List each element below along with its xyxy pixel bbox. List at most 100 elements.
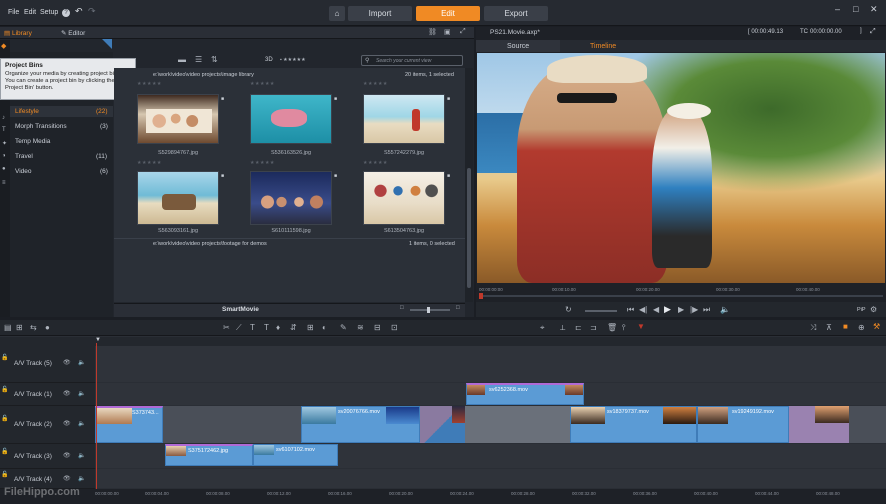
scrollbar-thumb[interactable]: [467, 168, 471, 288]
track-row[interactable]: [95, 469, 886, 489]
audio-icon[interactable]: ⇵: [290, 323, 297, 332]
import-button[interactable]: Import: [348, 6, 412, 21]
settings-icon[interactable]: ⚙: [870, 305, 877, 314]
ripple-icon[interactable]: ≋: [357, 323, 364, 332]
expand-icon[interactable]: ⤢: [460, 28, 466, 36]
marker-in-icon[interactable]: ⌖: [540, 323, 545, 333]
music-icon[interactable]: ♪: [2, 115, 5, 121]
zoom-out-icon[interactable]: □: [400, 305, 404, 311]
eye-icon[interactable]: 👁: [63, 452, 71, 459]
title-icon[interactable]: T: [250, 323, 255, 332]
bin-lifestyle[interactable]: Lifestyle: [15, 108, 39, 115]
effects-icon[interactable]: ✦: [2, 140, 7, 147]
timeline-clip[interactable]: S373743...: [95, 406, 163, 443]
bin-morph-transitions[interactable]: Morph Transitions: [15, 123, 67, 130]
bracket-icon[interactable]: ]: [860, 28, 862, 34]
track-row[interactable]: [95, 346, 886, 383]
bin-tool-icon[interactable]: ◆: [1, 42, 6, 50]
text-overlay-icon[interactable]: T: [264, 323, 269, 332]
menu-setup[interactable]: Setup: [40, 9, 58, 16]
rating-filter-icon[interactable]: ▪ ★★★★★: [280, 57, 306, 63]
split-clip-icon[interactable]: ⫯: [622, 323, 625, 333]
lock-icon[interactable]: 🔓: [1, 471, 8, 478]
media-thumbnail[interactable]: [363, 94, 445, 144]
zoom-fit-icon[interactable]: ⊕: [858, 323, 865, 332]
timeline-clip[interactable]: sv18379737.mov: [570, 406, 697, 443]
speaker-icon[interactable]: 🔈: [78, 359, 85, 366]
speaker-icon[interactable]: 🔈: [78, 390, 85, 397]
lock-icon[interactable]: 🔓: [1, 448, 8, 455]
mic-icon[interactable]: ♦: [276, 323, 280, 332]
fullscreen-icon[interactable]: ⤢: [870, 28, 876, 36]
search-input[interactable]: ⚲ Search your current view: [361, 55, 463, 66]
media-thumbnail[interactable]: [250, 171, 332, 225]
undo-icon[interactable]: ↶: [75, 6, 83, 17]
snap-toggle-icon[interactable]: ■: [843, 322, 848, 331]
grid-icon[interactable]: ⊞: [16, 323, 23, 332]
lock-icon[interactable]: 🔓: [1, 386, 8, 393]
rewind-icon[interactable]: ◀: [653, 305, 659, 314]
playhead-line[interactable]: [96, 343, 97, 490]
eye-icon[interactable]: 👁: [63, 420, 71, 427]
forward-icon[interactable]: ▶: [678, 305, 684, 314]
marker-icon[interactable]: ●: [45, 323, 50, 332]
menu-help[interactable]: ?: [62, 9, 70, 17]
tab-timeline[interactable]: Timeline: [590, 43, 616, 50]
zoom-slider[interactable]: [410, 307, 450, 313]
transition-block[interactable]: [789, 406, 849, 443]
lock-icon[interactable]: 🔓: [1, 354, 8, 361]
bin-travel[interactable]: Travel: [15, 153, 33, 160]
track-settings-icon[interactable]: ▤: [4, 323, 12, 332]
step-forward-icon[interactable]: |▶: [690, 305, 698, 314]
mic-icon[interactable]: ●: [2, 166, 6, 172]
timeline-clip[interactable]: S375172462.jpg: [165, 444, 253, 466]
pip-button[interactable]: PiP: [857, 307, 866, 313]
color-icon[interactable]: ◐: [322, 323, 327, 332]
bin-temp-media[interactable]: Temp Media: [15, 138, 50, 145]
grid-scrollbar[interactable]: [465, 68, 473, 302]
delete-icon[interactable]: 🗑: [607, 323, 617, 332]
media-thumbnail[interactable]: [137, 94, 219, 144]
scrubber-handle[interactable]: [479, 293, 483, 299]
eye-icon[interactable]: 👁: [63, 359, 71, 366]
eye-icon[interactable]: 👁: [63, 475, 71, 482]
maximize-icon[interactable]: □: [853, 4, 858, 14]
zoom-in-icon[interactable]: □: [456, 305, 460, 311]
play-icon[interactable]: ▶: [664, 304, 671, 315]
library-tab[interactable]: ▤ Library: [4, 29, 32, 37]
step-back-icon[interactable]: ◀|: [639, 305, 647, 314]
media-thumbnail[interactable]: [250, 94, 332, 144]
snap-icon[interactable]: ⇆: [30, 323, 37, 332]
timeline-ruler[interactable]: [0, 489, 886, 504]
editor-tab[interactable]: ✎ Editor: [61, 29, 85, 37]
list-view-icon[interactable]: ☰: [195, 55, 202, 64]
timeline-clip[interactable]: sv6107102.mov: [253, 444, 338, 466]
tab-source[interactable]: Source: [507, 43, 529, 50]
overwrite-icon[interactable]: ⊐: [590, 323, 597, 332]
media-thumbnail[interactable]: [137, 171, 219, 225]
text-icon[interactable]: T: [2, 127, 6, 133]
go-to-end-icon[interactable]: ⏭: [703, 305, 710, 315]
close-icon[interactable]: ✕: [870, 4, 878, 15]
3d-filter[interactable]: 3D: [265, 57, 273, 63]
transition-tool-icon[interactable]: ⤨: [810, 323, 816, 333]
lock-icon[interactable]: 🔓: [1, 415, 8, 422]
export-button[interactable]: Export: [484, 6, 548, 21]
shuttle-slider[interactable]: [585, 310, 617, 312]
timeline-clip[interactable]: sv19249192.mov: [697, 406, 789, 443]
folder-icon[interactable]: ▬: [178, 55, 186, 64]
insert-icon[interactable]: ⊏: [575, 323, 582, 332]
record-icon[interactable]: ▼: [637, 322, 645, 331]
cut-icon[interactable]: ✂: [223, 323, 230, 332]
home-button[interactable]: ⌂: [329, 6, 345, 21]
razor-icon[interactable]: ⟂: [560, 323, 565, 333]
trim-icon[interactable]: ⊡: [391, 323, 398, 332]
zoom-slider-handle[interactable]: [427, 307, 430, 313]
audio-mixer-icon[interactable]: ⊼: [826, 323, 832, 332]
edit-button[interactable]: Edit: [416, 6, 480, 21]
menu-edit[interactable]: Edit: [24, 9, 36, 16]
layers-icon[interactable]: ≡: [2, 180, 6, 186]
media-thumbnail[interactable]: [363, 171, 445, 225]
go-to-start-icon[interactable]: ⏮: [627, 305, 634, 315]
speaker-icon[interactable]: 🔈: [78, 475, 85, 482]
